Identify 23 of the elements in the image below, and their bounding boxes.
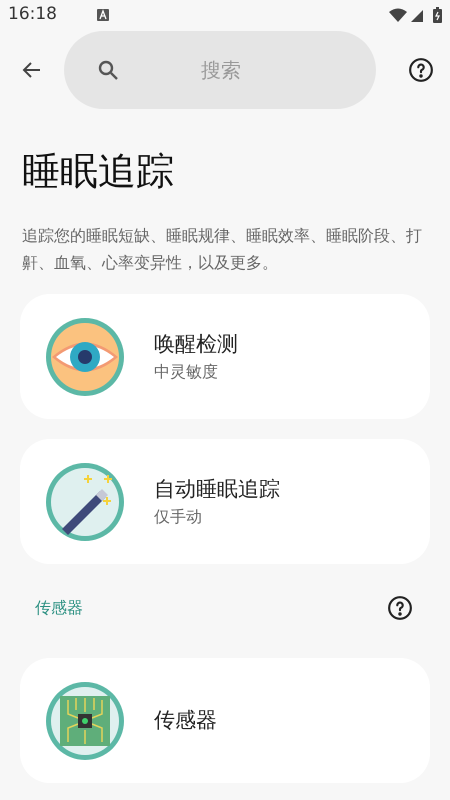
card-title: 自动睡眠追踪 [154,476,280,503]
settings-card[interactable]: 唤醒检测 中灵敏度 [20,294,430,419]
search-icon [96,58,120,82]
eye-icon [44,316,126,398]
battery-icon [433,7,442,23]
settings-card[interactable]: 传感器 [20,658,430,783]
card-subtitle: 仅手动 [154,506,203,528]
page-description: 追踪您的睡眠短缺、睡眠规律、睡眠效率、睡眠阶段、打鼾、血氧、心率变异性，以及更多。 [21,225,423,274]
card-subtitle: 中灵敏度 [154,361,219,384]
circuit-chip-icon [44,680,126,762]
card-title: 唤醒检测 [154,330,238,358]
magic-wand-icon [44,460,126,542]
page-title: 睡眠追踪 [21,148,175,195]
signal-icon [411,8,425,22]
settings-card[interactable]: 自动睡眠追踪 仅手动 [20,439,430,564]
search-field[interactable]: 搜索 [64,31,376,109]
section-header: 传感器 [35,597,83,619]
status-time: 16:18 [8,3,57,26]
notification-icon [97,9,109,21]
wifi-icon [389,8,407,22]
card-title: 传感器 [154,706,217,734]
help-icon[interactable] [408,57,434,83]
help-icon[interactable] [387,595,413,621]
